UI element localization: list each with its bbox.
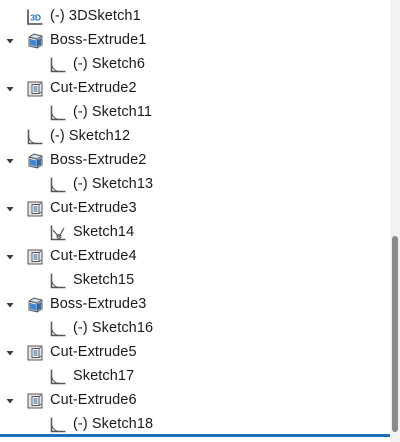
cut-extrude-icon bbox=[25, 199, 45, 219]
cut-extrude-icon bbox=[25, 247, 45, 267]
tree-item-label: (-) Sketch12 bbox=[50, 128, 131, 144]
sketch-icon bbox=[48, 271, 68, 291]
tree-item-label: (-) 3DSketch1 bbox=[50, 8, 141, 24]
tree-item-label: Cut-Extrude6 bbox=[50, 392, 137, 408]
sketch-icon bbox=[48, 319, 68, 339]
expand-arrow-icon[interactable] bbox=[5, 252, 15, 262]
tree-item[interactable]: 3D (-) 3DSketch1 bbox=[0, 5, 390, 29]
sketch-icon bbox=[48, 103, 68, 123]
boss-extrude-icon bbox=[25, 31, 45, 51]
tree-item[interactable]: Cut-Extrude4 bbox=[0, 245, 390, 269]
tree-item[interactable]: Cut-Extrude3 bbox=[0, 197, 390, 221]
tree-item-label: Cut-Extrude2 bbox=[50, 80, 137, 96]
boss-extrude-icon bbox=[25, 295, 45, 315]
selection-indicator-line bbox=[0, 434, 390, 437]
tree-item-label: (-) Sketch18 bbox=[73, 416, 154, 432]
tree-item-label: Sketch15 bbox=[73, 272, 135, 288]
expand-arrow-icon[interactable] bbox=[5, 300, 15, 310]
cut-extrude-icon bbox=[25, 391, 45, 411]
sketch-icon bbox=[48, 175, 68, 195]
tree-item-label: Boss-Extrude2 bbox=[50, 152, 147, 168]
tree-item-label: Cut-Extrude4 bbox=[50, 248, 137, 264]
svg-text:3D: 3D bbox=[30, 13, 41, 23]
scrollbar-thumb[interactable] bbox=[392, 236, 398, 432]
tree-item[interactable]: (-) Sketch11 bbox=[0, 101, 390, 125]
sketch-icon bbox=[48, 415, 68, 435]
tree-item-label: (-) Sketch13 bbox=[73, 176, 154, 192]
tree-item-label: Sketch14 bbox=[73, 224, 135, 240]
tree-item[interactable]: Sketch14 bbox=[0, 221, 390, 245]
tree-item[interactable]: Cut-Extrude6 bbox=[0, 389, 390, 413]
sketch-icon bbox=[48, 367, 68, 387]
expand-arrow-icon[interactable] bbox=[5, 204, 15, 214]
tree-item-label: Boss-Extrude3 bbox=[50, 296, 147, 312]
tree-item-label: Sketch17 bbox=[73, 368, 135, 384]
tree-item[interactable]: Sketch15 bbox=[0, 269, 390, 293]
cut-extrude-icon bbox=[25, 343, 45, 363]
tree-item-label: Boss-Extrude1 bbox=[50, 32, 147, 48]
sketch-icon bbox=[25, 127, 45, 147]
3d-sketch-icon: 3D bbox=[25, 7, 45, 27]
expand-arrow-icon[interactable] bbox=[5, 156, 15, 166]
tree-item[interactable]: (-) Sketch13 bbox=[0, 173, 390, 197]
expand-arrow-icon[interactable] bbox=[5, 84, 15, 94]
tree-item[interactable]: (-) Sketch12 bbox=[0, 125, 390, 149]
expand-arrow-icon[interactable] bbox=[5, 36, 15, 46]
tree-item[interactable]: Boss-Extrude3 bbox=[0, 293, 390, 317]
tree-item[interactable]: Cut-Extrude5 bbox=[0, 341, 390, 365]
tree-item[interactable]: (-) Sketch6 bbox=[0, 53, 390, 77]
expand-arrow-icon[interactable] bbox=[5, 396, 15, 406]
sketch-fully-defined-icon bbox=[48, 223, 68, 243]
expand-arrow-icon[interactable] bbox=[5, 348, 15, 358]
tree-item-label: (-) Sketch11 bbox=[73, 104, 153, 120]
tree-item-label: (-) Sketch16 bbox=[73, 320, 154, 336]
tree-item-label: Cut-Extrude3 bbox=[50, 200, 137, 216]
tree-item-label: (-) Sketch6 bbox=[73, 56, 146, 72]
cut-extrude-icon bbox=[25, 79, 45, 99]
sketch-icon bbox=[48, 55, 68, 75]
tree-item[interactable]: Cut-Extrude2 bbox=[0, 77, 390, 101]
tree-item[interactable]: Sketch17 bbox=[0, 365, 390, 389]
tree-item-label: Cut-Extrude5 bbox=[50, 344, 137, 360]
feature-tree: 3D (-) 3DSketch1 Boss-Extrude1 (-) Sketch6 C… bbox=[0, 0, 390, 442]
tree-item[interactable]: Boss-Extrude2 bbox=[0, 149, 390, 173]
vertical-scrollbar[interactable] bbox=[390, 0, 400, 442]
boss-extrude-icon bbox=[25, 151, 45, 171]
tree-item[interactable]: (-) Sketch16 bbox=[0, 317, 390, 341]
tree-item[interactable]: Boss-Extrude1 bbox=[0, 29, 390, 53]
